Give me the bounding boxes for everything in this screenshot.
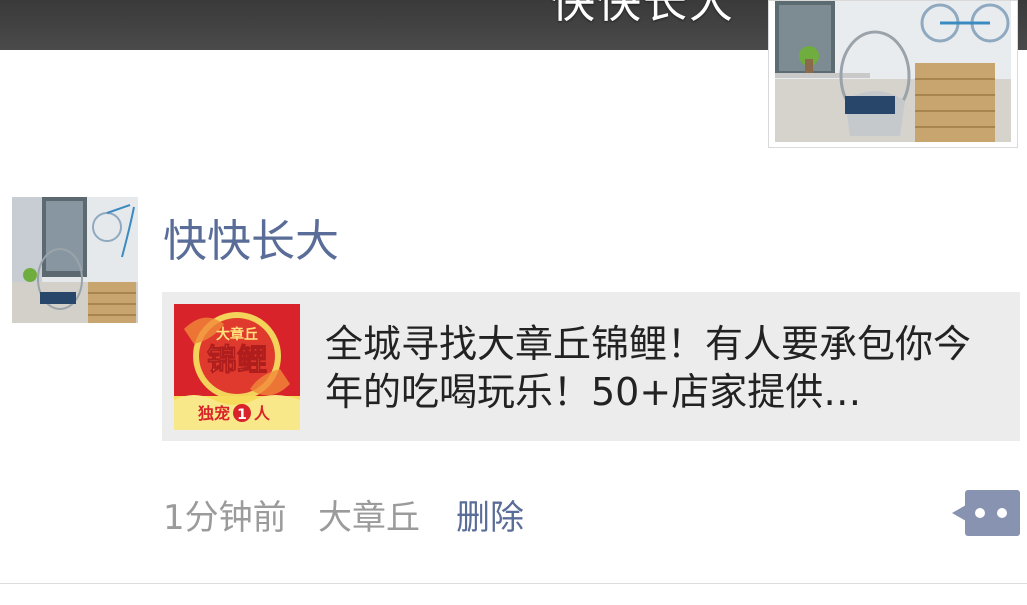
svg-text:1: 1 [237, 407, 247, 423]
shared-link-card[interactable]: 大章丘 锦鲤 独宠 1 人 全城寻找大章丘锦鲤！有人要承包你今年的吃喝玩乐！50… [162, 292, 1020, 441]
comment-more-icon [952, 490, 1020, 536]
post-divider [0, 583, 1027, 584]
post-avatar-image [12, 197, 138, 323]
comment-more-button[interactable] [952, 490, 1020, 536]
post-nickname[interactable]: 快快长大 [163, 205, 339, 269]
svg-text:人: 人 [254, 404, 271, 423]
svg-text:锦鲤: 锦鲤 [207, 343, 267, 378]
post-avatar[interactable] [12, 197, 138, 323]
profile-avatar[interactable] [768, 0, 1018, 148]
post-location[interactable]: 大章丘 [318, 490, 420, 539]
shared-link-thumbnail: 大章丘 锦鲤 独宠 1 人 [174, 304, 300, 430]
shared-link-title: 全城寻找大章丘锦鲤！有人要承包你今年的吃喝玩乐！50+店家提供… [325, 322, 972, 414]
moments-page: 快快长大 快快长大 大章丘 锦鲤 独宠 1 人 全城寻找大章丘锦鲤！有人要承包你… [0, 0, 1027, 605]
profile-avatar-image [775, 1, 1011, 142]
delete-button[interactable]: 删除 [456, 490, 524, 539]
svg-text:独宠: 独宠 [198, 404, 230, 423]
cover-nickname: 快快长大 [551, 0, 735, 28]
post-timestamp: 1分钟前 [163, 498, 287, 538]
svg-text:大章丘: 大章丘 [216, 326, 258, 343]
koi-promo-image: 大章丘 锦鲤 独宠 1 人 [174, 304, 300, 430]
